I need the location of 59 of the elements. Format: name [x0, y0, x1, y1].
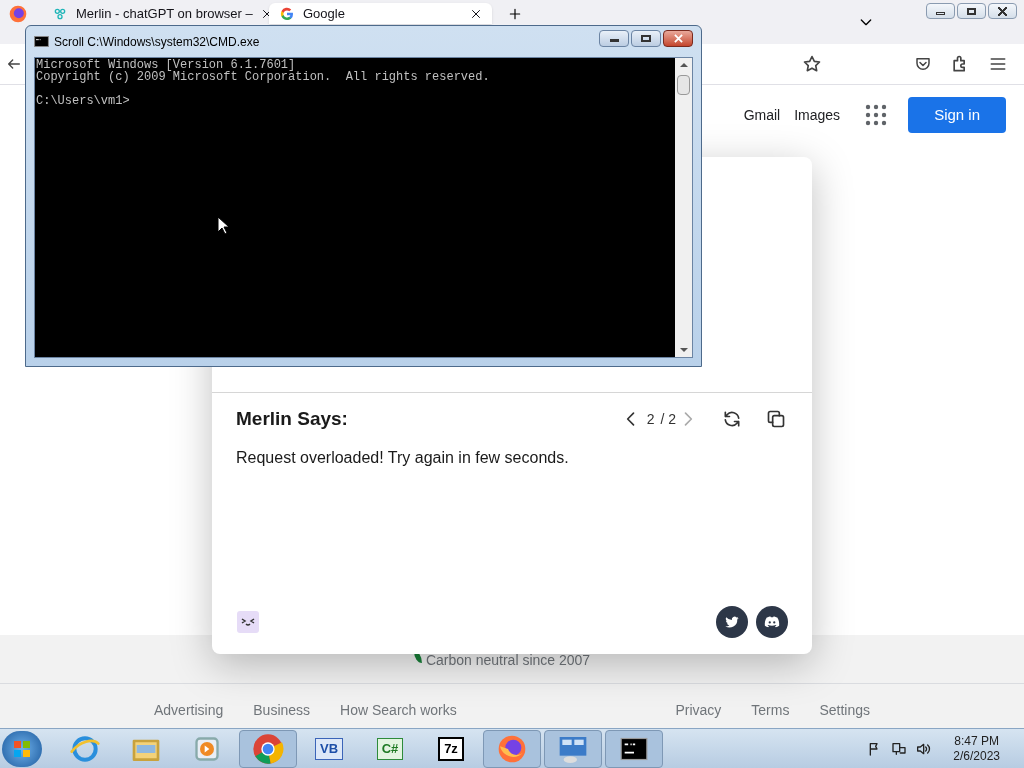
terminal-icon — [34, 36, 49, 47]
plus-icon[interactable] — [508, 7, 522, 21]
browser-tab[interactable]: Google — [269, 3, 492, 24]
sign-in-button[interactable]: Sign in — [908, 97, 1006, 133]
mouse-pointer-icon — [217, 216, 229, 235]
windows-logo-icon — [12, 738, 32, 759]
clock-date[interactable]: 2/6/2023 — [953, 748, 1000, 764]
tab-title: Google — [303, 6, 346, 21]
minimize-button[interactable] — [926, 3, 955, 19]
close-icon[interactable] — [470, 7, 482, 20]
header-link[interactable]: Images — [794, 104, 841, 126]
carbon-note: Carbon neutral since 2007 — [425, 651, 591, 670]
console-prompt: C:\Users\vm1> — [36, 95, 131, 107]
discord-button[interactable] — [756, 606, 788, 638]
page-total: / 2 — [660, 409, 676, 429]
footer-link[interactable]: Business — [253, 700, 311, 721]
firefox-icon[interactable] — [8, 4, 28, 24]
clock-time[interactable]: 8:47 PM — [954, 733, 999, 749]
twitter-button[interactable] — [716, 606, 748, 638]
copy-icon[interactable] — [766, 409, 786, 430]
bird-icon — [724, 614, 740, 630]
back-arrow-icon[interactable] — [6, 56, 22, 72]
scrollbar[interactable] — [675, 58, 692, 357]
footer-link[interactable]: Privacy — [675, 700, 722, 721]
footer-link[interactable]: Advertising — [154, 700, 224, 721]
close-button[interactable] — [663, 30, 693, 47]
tab-title: Merlin - chatGPT on browser – — [76, 6, 253, 21]
taskbar-button[interactable]: VB — [300, 729, 358, 768]
panel-title: Merlin Says: — [236, 407, 348, 431]
chrome-icon — [252, 732, 284, 765]
play-icon — [193, 734, 221, 763]
page-number: 2 — [646, 409, 655, 429]
taskbar-button[interactable] — [605, 729, 663, 768]
browser-tab[interactable]: Merlin - chatGPT on browser – — [42, 3, 265, 24]
app-icon: 7z — [438, 736, 464, 761]
network-icon[interactable] — [891, 740, 908, 757]
console-line: Copyright (c) 2009 Microsoft Corporation. All rights reserved. — [36, 71, 491, 83]
footer-link[interactable]: Terms — [751, 700, 790, 721]
app-icon: C# — [376, 737, 404, 760]
footer-link[interactable]: How Search works — [340, 700, 457, 721]
star-icon[interactable] — [802, 54, 822, 74]
header-link[interactable]: Gmail — [743, 104, 781, 126]
shield-icon[interactable] — [914, 55, 932, 73]
close-button[interactable] — [988, 3, 1017, 19]
close-icon — [673, 34, 683, 43]
minimize-button[interactable] — [599, 30, 629, 47]
start-button[interactable] — [2, 730, 42, 767]
footer-link[interactable]: Settings — [819, 700, 870, 721]
window-title: Scroll C:\Windows\system32\CMD.exe — [54, 33, 260, 51]
apps-grid-icon[interactable] — [864, 103, 889, 127]
taskbar-button[interactable]: C# — [361, 729, 419, 768]
google-g-icon — [279, 5, 295, 22]
response-message: Request overloaded! Try again in few seconds. — [235, 447, 570, 468]
app-icon: VB — [314, 737, 344, 760]
restore-button[interactable] — [957, 3, 986, 19]
taskbar-button[interactable]: 7z — [422, 729, 480, 768]
console-line: Microsoft Windows [Version 6.1.7601] — [36, 59, 296, 71]
merlin-logo-icon — [236, 610, 260, 634]
maximize-button[interactable] — [631, 30, 661, 47]
